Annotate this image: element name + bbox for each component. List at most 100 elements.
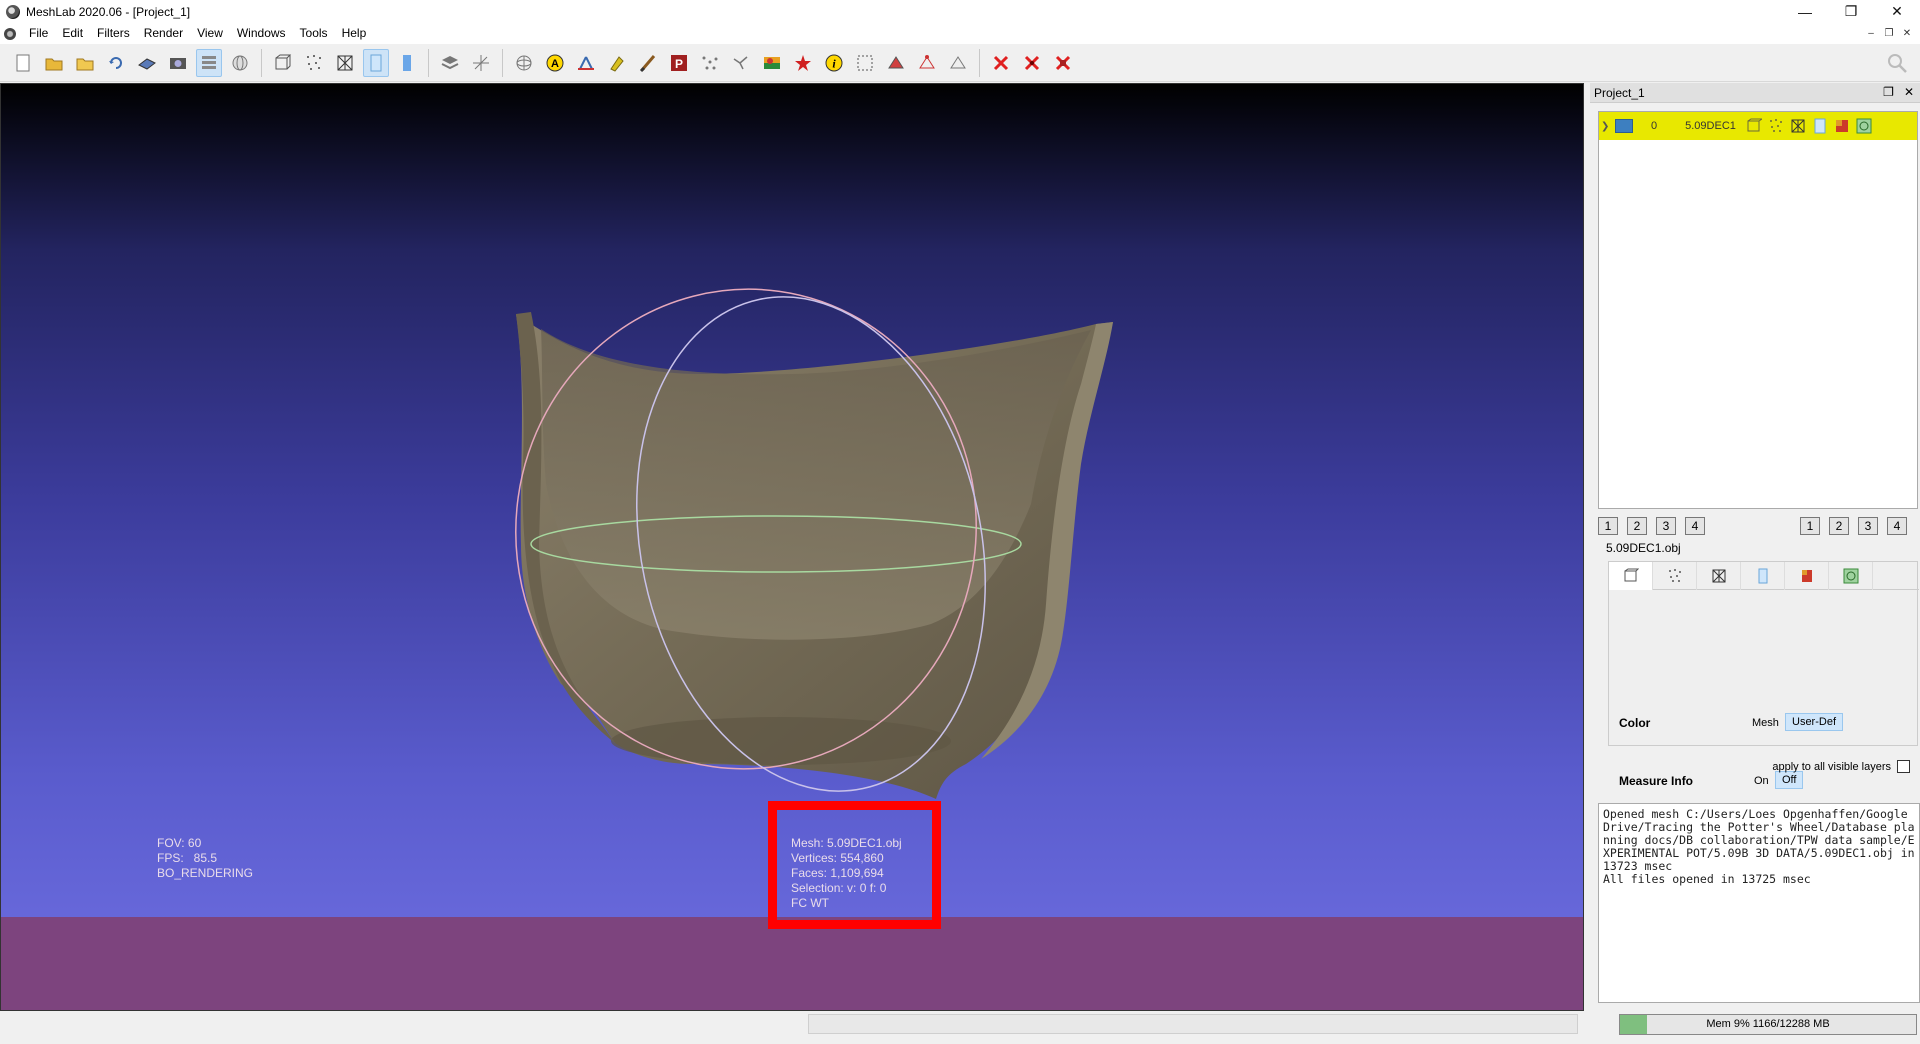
menu-bar: File Edit Filters Render View Windows To… — [0, 23, 1920, 44]
layer-row[interactable]: ❯ 0 5.09DEC1 — [1599, 112, 1917, 140]
layer-box-icon[interactable] — [1746, 118, 1762, 134]
delete-vertices-button[interactable] — [1019, 49, 1045, 77]
menu-filters[interactable]: Filters — [90, 23, 137, 44]
preset-left-3-button[interactable]: 3 — [1656, 517, 1676, 535]
paint-button[interactable] — [604, 49, 630, 77]
layer-list[interactable]: ❯ 0 5.09DEC1 — [1598, 111, 1918, 509]
align-icon — [702, 56, 718, 69]
tab-points[interactable] — [1653, 562, 1697, 590]
layer-wireframe-icon[interactable] — [1790, 118, 1806, 134]
tab-flat[interactable] — [1741, 562, 1785, 590]
tab-box[interactable] — [1609, 562, 1653, 590]
mdi-minimize-button[interactable]: – — [1864, 27, 1878, 41]
dock-float-button[interactable]: ❐ — [1883, 85, 1894, 99]
menu-render[interactable]: Render — [137, 23, 190, 44]
measure-off-option[interactable]: Off — [1775, 771, 1804, 789]
measure-info-label: Measure Info — [1619, 774, 1694, 788]
layer-stack-button[interactable] — [437, 49, 463, 77]
menu-edit[interactable]: Edit — [55, 23, 90, 44]
flat-shading-button[interactable] — [363, 48, 389, 77]
snapshot-button[interactable] — [165, 49, 191, 77]
color-mesh-option[interactable]: Mesh — [1752, 717, 1779, 729]
layer-flat-icon[interactable] — [1812, 118, 1828, 134]
color-label: Color — [1619, 716, 1651, 730]
render-preset-right: 1 2 3 4 — [1800, 517, 1907, 535]
delete-faces-button[interactable] — [988, 49, 1014, 77]
georef-button[interactable] — [790, 49, 816, 77]
mdi-restore-button[interactable]: ❐ — [1882, 27, 1896, 41]
layer-name[interactable]: 5.09DEC1 — [1685, 120, 1736, 132]
preset-left-2-button[interactable]: 2 — [1627, 517, 1647, 535]
dock-close-button[interactable]: ✕ — [1904, 85, 1914, 99]
menu-file[interactable]: File — [22, 23, 55, 44]
select-vertices-button[interactable] — [914, 49, 940, 77]
pick-points-button[interactable]: P — [666, 49, 692, 77]
layers-button[interactable] — [196, 48, 222, 77]
save-button[interactable] — [134, 49, 160, 77]
reload-button[interactable] — [103, 49, 129, 77]
texture-button[interactable] — [759, 49, 785, 77]
preset-left-1-button[interactable]: 1 — [1598, 517, 1618, 535]
preset-right-2-button[interactable]: 2 — [1829, 517, 1849, 535]
preset-right-4-button[interactable]: 4 — [1887, 517, 1907, 535]
select-vertices-icon — [919, 54, 935, 68]
search-icon[interactable] — [1886, 52, 1908, 74]
tab-texture[interactable] — [1785, 562, 1829, 590]
highlight-box — [768, 801, 941, 929]
select-button[interactable] — [852, 49, 878, 77]
render-tabs — [1609, 562, 1919, 590]
layer-thumbnail-icon — [1615, 119, 1633, 133]
pot-mesh — [516, 312, 1113, 799]
measure-button[interactable] — [573, 49, 599, 77]
wireframe-icon — [337, 55, 353, 70]
delete-selection-button[interactable] — [1050, 49, 1076, 77]
menu-view[interactable]: View — [190, 23, 230, 44]
trackball-button[interactable] — [511, 49, 537, 77]
select-faces-button[interactable] — [883, 49, 909, 77]
menu-windows[interactable]: Windows — [230, 23, 293, 44]
align-button[interactable] — [697, 49, 723, 77]
apply-all-checkbox[interactable] — [1897, 760, 1910, 773]
menu-help[interactable]: Help — [335, 23, 374, 44]
apply-all-label: apply to all visible layers — [1772, 760, 1891, 773]
wireframe-button[interactable] — [332, 49, 358, 77]
layer-texture-icon[interactable] — [1834, 118, 1850, 134]
mdi-close-button[interactable]: ✕ — [1900, 27, 1914, 41]
preset-right-1-button[interactable]: 1 — [1800, 517, 1820, 535]
main-toolbar: A Pi — [0, 44, 1920, 82]
preset-left-4-button[interactable]: 4 — [1685, 517, 1705, 535]
axes-button[interactable] — [468, 49, 494, 77]
restore-button[interactable]: ❐ — [1828, 0, 1874, 23]
layer-decorator-icon[interactable] — [1856, 118, 1872, 134]
brush-button[interactable] — [635, 49, 661, 77]
minimize-button[interactable]: — — [1782, 0, 1828, 23]
select-connected-button[interactable] — [945, 49, 971, 77]
close-button[interactable]: ✕ — [1874, 0, 1920, 23]
trackball-icon — [516, 55, 532, 70]
open-project-button[interactable] — [41, 49, 67, 77]
open-mesh-button[interactable] — [72, 49, 98, 77]
tab-decorator[interactable] — [1829, 562, 1873, 590]
flat-tab-icon — [1758, 568, 1767, 584]
points-button[interactable] — [301, 49, 327, 77]
select-icon — [857, 55, 873, 70]
info-button[interactable]: i — [821, 49, 847, 77]
preset-right-3-button[interactable]: 3 — [1858, 517, 1878, 535]
new-project-icon — [16, 54, 30, 71]
expand-chevron-icon[interactable]: ❯ — [1601, 121, 1611, 132]
annotation-a-button[interactable]: A — [542, 49, 568, 77]
box-tab-icon — [1624, 568, 1639, 582]
measure-on-option[interactable]: On — [1754, 775, 1769, 787]
layer-points-icon[interactable] — [1768, 118, 1784, 134]
menu-tools[interactable]: Tools — [293, 23, 335, 44]
tab-wireframe[interactable] — [1697, 562, 1741, 590]
decorator-tab-icon — [1843, 568, 1858, 584]
color-userdef-option[interactable]: User-Def — [1785, 713, 1844, 731]
box-button[interactable] — [270, 49, 296, 77]
globe-button[interactable] — [227, 49, 253, 77]
svg-text:P: P — [675, 57, 683, 71]
document-icon[interactable] — [4, 27, 16, 40]
connect-button[interactable] — [728, 49, 754, 77]
smooth-shading-button[interactable] — [394, 49, 420, 77]
new-project-button[interactable] — [10, 49, 36, 77]
